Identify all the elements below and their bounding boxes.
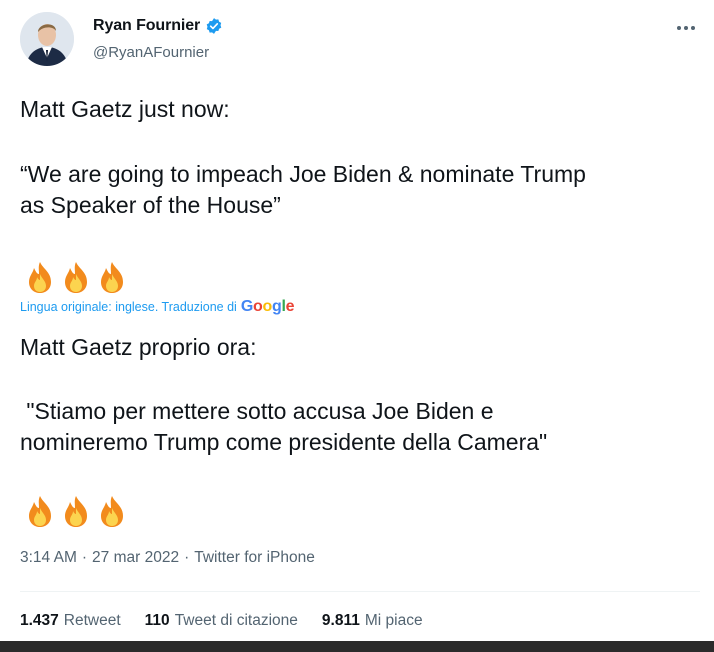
avatar[interactable] [20,12,74,66]
tweet-card: Ryan Fournier @RyanAFournier Matt Gaetz … [0,0,714,640]
retweets-count: 1.437 [20,612,59,629]
meta-separator: · [81,549,88,566]
retweets-label: Retweet [63,612,121,629]
verified-badge-icon [206,18,222,34]
likes-count: 9.811 [321,612,360,629]
tweet-meta: 3:14 AM · 27 mar 2022 · Twitter for iPho… [20,549,315,567]
fire-icon [29,262,51,293]
divider [20,591,700,592]
google-logo: Google [240,298,295,315]
likes-label: Mi piace [364,612,423,629]
author-handle[interactable]: @RyanAFournier [93,44,209,61]
fire-icon [29,496,51,527]
quote-tweets-label: Tweet di citazione [174,612,298,629]
fire-icon [65,496,87,527]
translation-notice[interactable]: Lingua originale: inglese. Traduzione di… [20,298,294,316]
meta-separator: · [184,549,190,566]
tweet-time[interactable]: 3:14 AM [20,549,77,567]
translation-notice-text[interactable]: Lingua originale: inglese. Traduzione di [20,300,237,314]
tweet-date[interactable]: 27 mar 2022 [92,549,179,567]
fire-icon [65,262,87,293]
quote-tweets-stat[interactable]: 110 Tweet di citazione [145,612,298,630]
translated-text-line1: Matt Gaetz proprio ora: [20,334,257,360]
retweets-stat[interactable]: 1.437 Retweet [20,612,121,630]
likes-stat[interactable]: 9.811 Mi piace [322,612,423,630]
fire-icon [101,262,123,293]
fire-emoji-row [24,260,128,294]
display-name[interactable]: Ryan Fournier [93,17,200,35]
more-options-icon[interactable] [672,18,700,38]
fire-emoji-row-translated [24,494,128,528]
avatar-image [20,12,74,66]
tweet-text-line1: Matt Gaetz just now: [20,96,230,122]
bottom-bar [0,641,714,652]
translated-text-quote: "Stiamo per mettere sotto accusa Joe Bid… [20,398,548,455]
tweet-text-quote: “We are going to impeach Joe Biden & nom… [20,161,586,218]
author-name-row[interactable]: Ryan Fournier [93,17,223,35]
quote-tweets-count: 110 [144,612,170,629]
tweet-source[interactable]: Twitter for iPhone [194,549,315,567]
tweet-stats: 1.437 Retweet 110 Tweet di citazione 9.8… [20,612,423,630]
fire-icon [101,496,123,527]
